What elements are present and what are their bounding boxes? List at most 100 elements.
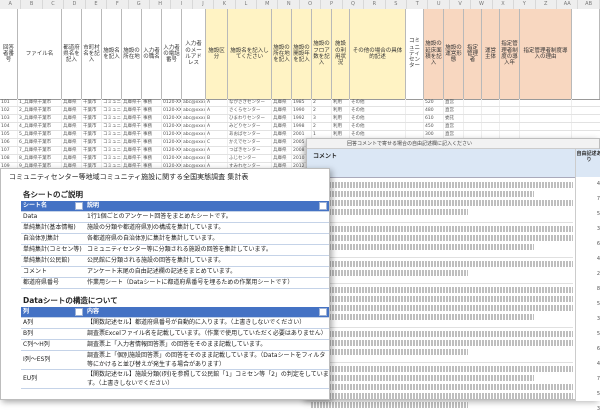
table-cell[interactable] — [482, 99, 500, 106]
table-cell[interactable]: 106 — [0, 139, 18, 146]
table-cell[interactable]: 0120-XX-XXXX — [162, 131, 182, 138]
column-letter[interactable]: S — [386, 0, 408, 9]
table-cell[interactable]: abc@xxxx — [182, 99, 206, 106]
table-cell[interactable] — [500, 99, 520, 106]
header-cell[interactable]: 入力者のメールアドレス — [182, 9, 206, 99]
table-cell[interactable]: A — [206, 99, 228, 106]
table-cell[interactable]: その他 — [350, 131, 406, 138]
table-cell[interactable] — [406, 107, 424, 114]
table-cell[interactable]: かえでセンター — [228, 139, 272, 146]
table-cell[interactable]: abc@xxxx — [182, 115, 206, 122]
table-cell[interactable] — [464, 99, 482, 106]
sheet-description-row[interactable]: 単純集計(基本情報) 施設の分類や都道府県別の構成を集計しています。 — [21, 223, 329, 234]
column-letter[interactable]: V — [450, 0, 472, 9]
table-cell[interactable]: 千葉市 — [82, 123, 102, 130]
header-cell[interactable]: 施設名を記入 — [102, 9, 122, 99]
header-cell[interactable]: 施設の所在地を記入 — [272, 9, 292, 99]
table-cell[interactable]: 兵庫県 — [62, 115, 82, 122]
table-cell[interactable] — [500, 107, 520, 114]
table-cell[interactable]: 兵庫県 — [62, 131, 82, 138]
table-cell[interactable]: 利用 — [332, 123, 350, 130]
column-letter[interactable]: X — [493, 0, 515, 9]
table-cell[interactable] — [482, 123, 500, 130]
header-cell[interactable]: 市町村名を記入 — [82, 9, 102, 99]
table-cell[interactable]: 2001 — [292, 131, 312, 138]
table-cell[interactable] — [464, 107, 482, 114]
table-cell[interactable] — [464, 131, 482, 138]
table-cell[interactable]: 事務 — [142, 155, 162, 162]
table-cell[interactable]: 事務 — [142, 115, 162, 122]
table-cell[interactable]: 千葉市 — [82, 131, 102, 138]
table-cell[interactable]: 0120-XX-XXXX — [162, 107, 182, 114]
header-cell[interactable]: 指定管理者制度の導入年 — [500, 9, 520, 99]
column-letter[interactable]: A — [0, 0, 22, 9]
table-cell[interactable] — [500, 115, 520, 122]
comment-count-cell[interactable]: 3 — [576, 402, 600, 417]
table-cell[interactable]: ながさきセンター — [228, 99, 272, 106]
table-cell[interactable]: 利用 — [332, 131, 350, 138]
table-cell[interactable]: みどりセンター — [228, 123, 272, 130]
comment-count-cell[interactable]: 5 — [576, 207, 600, 222]
comment-count-cell[interactable]: 6 — [576, 237, 600, 252]
table-cell[interactable]: A — [206, 147, 228, 154]
table-cell[interactable]: 兵庫県 — [272, 155, 292, 162]
header-cell[interactable]: 施設の開設年を記入 — [292, 9, 312, 99]
table-cell[interactable]: 6_兵庫県千葉市 — [18, 139, 62, 146]
table-cell[interactable]: コミュニティ — [102, 107, 122, 114]
table-row[interactable]: 1044_兵庫県千葉市兵庫県千葉市コミュニティ兵庫県千葉市事務0120-XX-X… — [0, 123, 600, 131]
table-cell[interactable]: 利用 — [332, 107, 350, 114]
table-cell[interactable]: 480 — [424, 107, 444, 114]
table-row[interactable]: 1022_兵庫県千葉市兵庫県千葉市コミュニティ兵庫県千葉市事務0120-XX-X… — [0, 107, 600, 115]
data-structure-row[interactable]: B列 調査票Excelファイル名を記載しています。（作業で使用していただく必要はあ… — [21, 329, 329, 340]
table-cell[interactable]: 3_兵庫県千葉市 — [18, 115, 62, 122]
table-cell[interactable] — [500, 123, 520, 130]
table-cell[interactable]: コミュニティ — [102, 99, 122, 106]
filter-dropdown-icon[interactable]: ▼ — [75, 202, 83, 210]
table-cell[interactable]: 兵庫県 — [62, 147, 82, 154]
table-cell[interactable]: 104 — [0, 123, 18, 130]
table-cell[interactable]: 0120-XX-XXXX — [162, 123, 182, 130]
comment-count-cell[interactable]: 5 — [576, 327, 600, 342]
table-cell[interactable]: コミュニティ — [102, 147, 122, 154]
table-cell[interactable]: 事務 — [142, 147, 162, 154]
column-letter[interactable]: N — [278, 0, 300, 9]
table-cell[interactable]: 兵庫県 — [62, 107, 82, 114]
column-letter[interactable]: F — [107, 0, 129, 9]
column-letter[interactable]: Z — [536, 0, 557, 9]
table-cell[interactable]: 兵庫県千葉市 — [122, 131, 142, 138]
table-cell[interactable]: 0120-XX-XXXX — [162, 155, 182, 162]
filter-dropdown-icon[interactable]: ▼ — [75, 308, 83, 316]
table-cell[interactable]: abc@xxxx — [182, 123, 206, 130]
table-cell[interactable]: 兵庫県 — [62, 139, 82, 146]
table-cell[interactable] — [500, 131, 520, 138]
comment-count-cell[interactable]: 4 — [576, 177, 600, 192]
table-cell[interactable] — [482, 131, 500, 138]
table-cell[interactable]: 兵庫県千葉市 — [122, 139, 142, 146]
table-cell[interactable]: 事務 — [142, 131, 162, 138]
table-cell[interactable]: 千葉市 — [82, 139, 102, 146]
header-cell[interactable]: 指定管理者 — [464, 9, 482, 99]
column-letter[interactable]: I — [171, 0, 193, 9]
table-row[interactable]: 1011_兵庫県千葉市兵庫県千葉市コミュニティ兵庫県千葉市事務0120-XX-X… — [0, 99, 600, 107]
table-cell[interactable]: A — [206, 123, 228, 130]
table-cell[interactable]: ひまわりセンター — [228, 115, 272, 122]
table-cell[interactable]: 兵庫県 — [272, 99, 292, 106]
column-letter[interactable]: O — [300, 0, 322, 9]
column-letter[interactable]: AB — [578, 0, 600, 9]
table-cell[interactable]: 千葉市 — [82, 107, 102, 114]
sheet-description-row[interactable]: Data 1行1個ごとのアンケート回答をまとめたシートです。 — [21, 212, 329, 223]
table-cell[interactable]: C — [206, 139, 228, 146]
table-cell[interactable]: 1 — [312, 131, 332, 138]
table-cell[interactable]: 兵庫県 — [62, 99, 82, 106]
table-cell[interactable]: 7_兵庫県千葉市 — [18, 147, 62, 154]
table-cell[interactable]: 直営 — [444, 123, 464, 130]
table-cell[interactable]: 事務 — [142, 99, 162, 106]
table-cell[interactable]: 0120-XX-XXXX — [162, 139, 182, 146]
table-cell[interactable]: 1990 — [292, 107, 312, 114]
table-cell[interactable]: 千葉市 — [82, 115, 102, 122]
header-cell[interactable]: 施設名を記入してください — [228, 9, 272, 99]
table-cell[interactable]: 300 — [424, 131, 444, 138]
table-cell[interactable]: B — [206, 115, 228, 122]
column-letter[interactable]: P — [321, 0, 343, 9]
table-cell[interactable] — [482, 115, 500, 122]
